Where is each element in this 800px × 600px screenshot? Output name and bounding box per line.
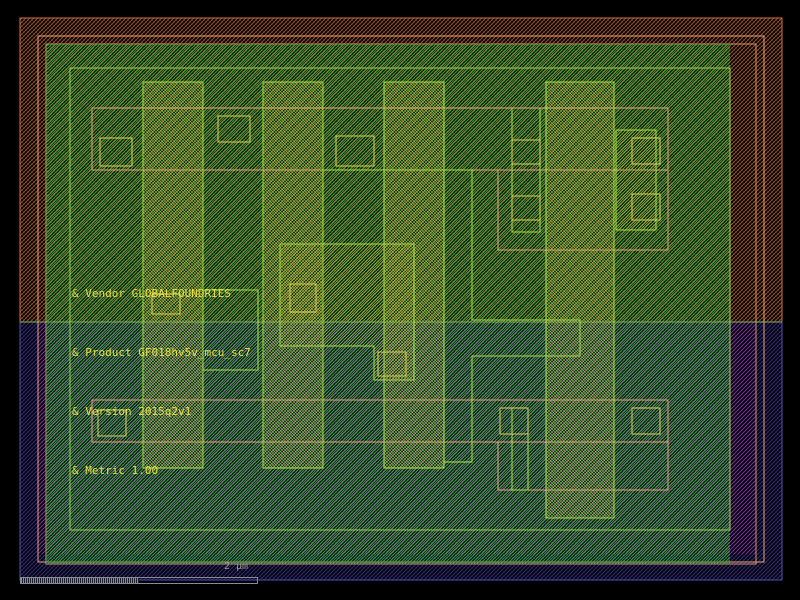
metal1-pin-right[interactable] bbox=[615, 129, 657, 231]
scale-bar-label: 2 µm bbox=[224, 561, 249, 572]
scale-bar-fill bbox=[21, 578, 139, 583]
metric-text: & Metric 1.00 bbox=[72, 464, 159, 477]
product-text: & Product GF018hv5v_mcu_sc7 bbox=[72, 346, 251, 359]
vendor-text: & Vendor GLOBALFOUNDRIES bbox=[72, 287, 231, 300]
version-text: & Version 2015q2v1 bbox=[72, 405, 192, 418]
poly-gate-4[interactable] bbox=[545, 81, 615, 519]
layout-canvas[interactable] bbox=[0, 0, 800, 600]
